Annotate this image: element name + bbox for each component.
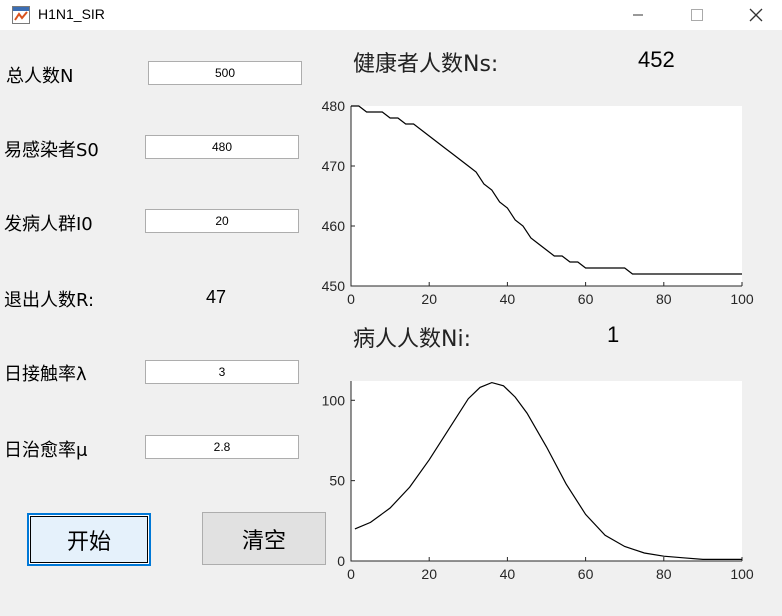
- start-button[interactable]: 开始: [27, 513, 151, 566]
- healthy-x-tick-label: 0: [347, 291, 355, 307]
- sick-x-tick-label: 20: [421, 566, 437, 582]
- infected-label: 发病人群I0: [4, 214, 93, 235]
- minimize-icon: [633, 14, 643, 16]
- healthy-y-tick-label: 470: [322, 158, 346, 174]
- sick-count-chart: 0 20 40 60 80 100 0 50 100: [322, 381, 754, 582]
- healthy-x-tick-label: 40: [500, 291, 516, 307]
- sick-y-tick-label: 50: [329, 473, 345, 489]
- susceptible-field[interactable]: [145, 135, 299, 159]
- sick-count-value: 1: [607, 322, 620, 347]
- healthy-x-tick-label: 100: [730, 291, 754, 307]
- sick-x-tick-label: 60: [578, 566, 594, 582]
- total-population-label: 总人数N: [6, 66, 74, 87]
- healthy-x-tick-label: 80: [656, 291, 672, 307]
- sick-x-tick-label: 80: [656, 566, 672, 582]
- healthy-y-tick-label: 480: [322, 98, 346, 114]
- sick-x-tick-label: 0: [347, 566, 355, 582]
- infected-field[interactable]: [145, 209, 299, 233]
- close-button[interactable]: [733, 0, 779, 30]
- sick-x-tick-label: 100: [730, 566, 754, 582]
- cure-rate-label: 日治愈率μ: [4, 440, 88, 461]
- susceptible-label: 易感染者S0: [4, 140, 99, 161]
- sick-x-tick-label: 40: [500, 566, 516, 582]
- healthy-count-chart: 0 20 40 60 80 100 450 460 470 480: [322, 98, 754, 307]
- healthy-count-value: 452: [638, 47, 675, 72]
- window-title: H1N1_SIR: [38, 6, 105, 22]
- minimize-button[interactable]: [615, 0, 661, 30]
- healthy-y-tick-label: 460: [322, 218, 346, 234]
- healthy-plot-area: [351, 106, 742, 286]
- removed-value: 47: [206, 287, 227, 307]
- sick-y-tick-label: 100: [322, 392, 346, 408]
- close-icon: [749, 8, 763, 22]
- sick-y-tick-label: 0: [337, 553, 345, 569]
- healthy-y-tick-label: 450: [322, 278, 346, 294]
- maximize-button[interactable]: [674, 0, 720, 30]
- contact-rate-field[interactable]: [145, 360, 299, 384]
- healthy-x-tick-label: 20: [421, 291, 437, 307]
- total-population-field[interactable]: [148, 61, 302, 85]
- sick-count-label: 病人人数Ni:: [353, 327, 471, 352]
- healthy-x-tick-label: 60: [578, 291, 594, 307]
- matlab-app-icon: [12, 6, 30, 24]
- sick-plot-area: [351, 381, 742, 561]
- title-bar: H1N1_SIR: [0, 0, 782, 30]
- contact-rate-label: 日接触率λ: [4, 364, 87, 385]
- healthy-count-label: 健康者人数Ns:: [353, 52, 499, 77]
- cure-rate-field[interactable]: [145, 435, 299, 459]
- removed-label: 退出人数R:: [4, 290, 95, 311]
- maximize-icon: [691, 9, 703, 21]
